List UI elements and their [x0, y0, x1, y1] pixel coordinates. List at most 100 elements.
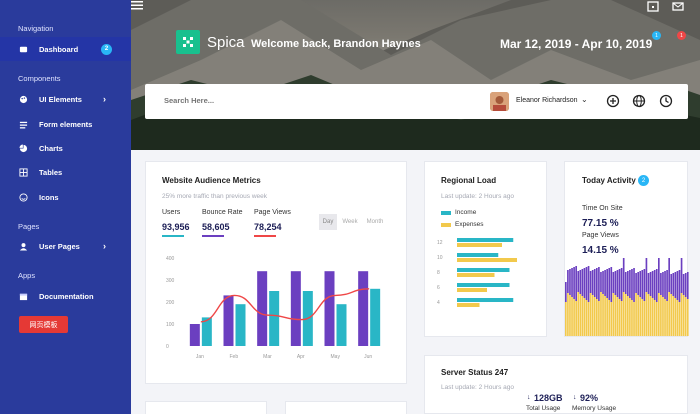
activity-bar-purple: [672, 273, 675, 296]
activity-bar-purple: [571, 268, 573, 297]
activity-bar-yellow: [627, 296, 629, 336]
legend-expenses-label: Expenses: [455, 221, 484, 228]
activity-bar-yellow: [631, 300, 633, 336]
activity-bar-purple: [686, 272, 689, 299]
template-button[interactable]: 网页模板: [19, 316, 68, 333]
smile-icon: [19, 192, 28, 202]
activity-chart: [565, 258, 689, 336]
activity-bar-purple: [666, 270, 668, 301]
toggle-week[interactable]: Week: [340, 214, 360, 230]
activity-bar-purple: [600, 272, 602, 292]
chevron-right-icon: ›: [103, 241, 106, 251]
activity-bar-purple: [631, 269, 633, 300]
time-on-site-label: Time On Site: [582, 205, 623, 212]
y-tick-label: 4: [437, 300, 440, 306]
memory-usage-label: Memory Usage: [572, 405, 617, 412]
activity-bar-yellow: [658, 293, 660, 336]
activity-bar-purple: [612, 272, 615, 293]
y-tick-label: 12: [437, 240, 443, 246]
sidebar-item-label: UI Elements: [39, 94, 82, 104]
activity-pct2: 14.15 %: [582, 245, 619, 256]
activity-bar-purple: [643, 269, 646, 301]
activity-bar-purple: [629, 270, 631, 298]
sidebar-item-label: Documentation: [39, 291, 94, 301]
activity-bar-purple: [680, 258, 683, 293]
activity-bar-purple: [649, 272, 652, 296]
y-tick-label: 200: [166, 300, 175, 306]
toggle-month[interactable]: Month: [363, 214, 387, 230]
sidebar-item-charts[interactable]: Charts: [0, 136, 131, 160]
activity-bar-purple: [639, 271, 642, 297]
activity-bar-yellow: [653, 300, 656, 336]
bottom-card-1: [145, 401, 267, 414]
activity-bar-yellow: [602, 294, 604, 336]
x-tick-label: Feb: [230, 354, 239, 360]
activity-bar-yellow: [618, 299, 621, 336]
activity-bar-purple: [608, 268, 611, 300]
globe-icon[interactable]: [632, 94, 646, 108]
activity-bar-yellow: [641, 299, 644, 336]
activity-bar-purple: [664, 271, 666, 299]
activity-bar-yellow: [639, 297, 642, 336]
audience-chart: 0 100 200 300 400 Jan Feb Mar Apr May Jun: [166, 256, 381, 360]
total-usage-label: Total Usage: [526, 405, 561, 412]
sidebar-item-ui-elements[interactable]: UI Elements ›: [0, 87, 131, 111]
menu-icon[interactable]: [131, 0, 143, 10]
activity-bar-purple: [662, 272, 664, 297]
activity-bar-yellow: [664, 299, 666, 336]
bar-expenses: [457, 288, 487, 292]
audience-title: Website Audience Metrics: [162, 176, 261, 185]
activity-bar-yellow: [589, 293, 592, 336]
bar-series2: [269, 291, 280, 346]
date-range[interactable]: Mar 12, 2019 - Apr 10, 2019: [500, 37, 652, 51]
bar-series2: [336, 304, 347, 346]
users-indicator: [162, 235, 184, 237]
activity-bar-yellow: [655, 302, 658, 336]
chevron-down-icon[interactable]: ⌄: [581, 95, 588, 104]
sidebar-item-user-pages[interactable]: User Pages ›: [0, 234, 131, 258]
today-activity-card: Today Activity 2 Time On Site 77.15 % Pa…: [564, 161, 689, 337]
activity-bar-yellow: [581, 296, 584, 336]
dashboard-badge: 2: [101, 43, 112, 55]
sidebar-item-tables[interactable]: Tables: [0, 160, 131, 184]
activity-bar-yellow: [598, 301, 600, 336]
activity-bar-yellow: [596, 299, 598, 336]
bar-series1: [257, 271, 268, 346]
avatar[interactable]: [490, 92, 509, 111]
activity-bar-purple: [653, 270, 656, 300]
pie-chart-icon: [19, 143, 28, 152]
activity-bar-yellow: [600, 292, 602, 336]
chevron-right-icon: ›: [103, 94, 106, 104]
sidebar-item-dashboard[interactable]: Dashboard 2: [0, 37, 131, 61]
search-input[interactable]: [164, 96, 364, 105]
sidebar-item-icons[interactable]: Icons: [0, 185, 131, 209]
sidebar-item-documentation[interactable]: Documentation: [0, 284, 131, 308]
welcome-message: Welcome back, Brandon Haynes: [251, 38, 421, 50]
clock-icon[interactable]: [659, 94, 673, 108]
bar-income: [457, 298, 514, 302]
legend-income-label: Income: [455, 209, 477, 216]
activity-bar-purple: [647, 273, 650, 294]
bar-expenses: [457, 258, 517, 262]
audience-subtitle: 25% more traffic than previous week: [162, 193, 268, 200]
user-name[interactable]: Eleanor Richardson: [516, 97, 577, 104]
calendar-icon[interactable]: [647, 0, 659, 12]
activity-bar-purple: [627, 271, 629, 296]
section-apps: Apps: [18, 271, 36, 280]
section-pages: Pages: [18, 222, 40, 231]
add-circle-icon[interactable]: [606, 94, 620, 108]
activity-bar-yellow: [651, 298, 654, 336]
audience-metrics-card: Website Audience Metrics 25% more traffi…: [145, 161, 407, 384]
sidebar: Navigation Dashboard 2 Components UI Ele…: [0, 0, 131, 414]
mail-icon[interactable]: [672, 0, 684, 12]
activity-bar-yellow: [682, 295, 685, 336]
arrow-down-icon: ↓: [527, 394, 531, 401]
toggle-day[interactable]: Day: [319, 214, 337, 230]
server-status-card: Server Status 247 Last update: 2 Hours a…: [424, 355, 688, 414]
sidebar-item-form-elements[interactable]: Form elements: [0, 112, 131, 136]
activity-title: Today Activity: [582, 176, 636, 185]
mail-badge: 1: [677, 31, 686, 40]
activity-bar-yellow: [624, 294, 627, 336]
bar-income: [457, 283, 510, 287]
activity-bar-purple: [610, 267, 613, 302]
